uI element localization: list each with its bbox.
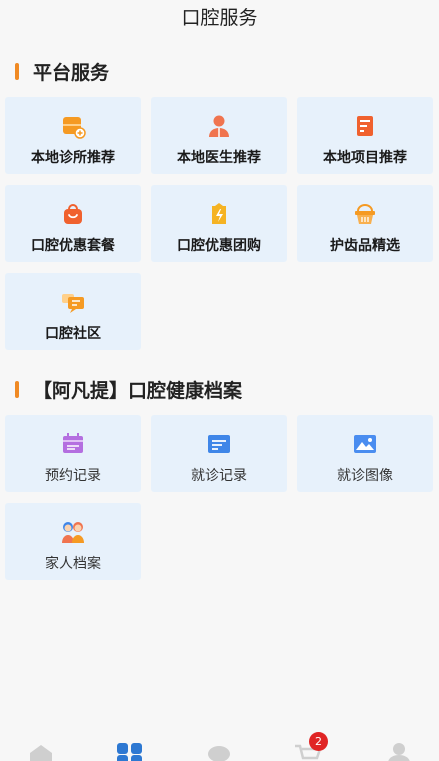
group-buy-icon bbox=[212, 203, 226, 224]
tile-dental-care-products[interactable]: 护齿品精选 bbox=[297, 185, 433, 262]
section-accent-bar bbox=[15, 62, 19, 80]
tab-profile[interactable] bbox=[384, 741, 414, 761]
tab-services[interactable] bbox=[115, 741, 145, 761]
project-icon bbox=[357, 116, 373, 136]
community-chat-icon bbox=[62, 294, 84, 313]
platform-section-title: 平台服务 bbox=[33, 61, 110, 84]
bottom-tab-bar: 2 bbox=[0, 732, 439, 761]
tile-label: 预约记录 bbox=[45, 468, 101, 484]
tile-label: 本地诊所推荐 bbox=[31, 150, 115, 166]
image-icon bbox=[354, 435, 376, 453]
tile-label: 口腔优惠套餐 bbox=[31, 238, 115, 254]
tile-appointment-records[interactable]: 预约记录 bbox=[5, 415, 141, 492]
tile-label: 口腔社区 bbox=[45, 326, 101, 342]
clinic-icon bbox=[63, 117, 86, 139]
records-section-header: 【阿凡提】口腔健康档案 bbox=[0, 374, 439, 404]
records-section-title: 【阿凡提】口腔健康档案 bbox=[33, 379, 243, 402]
tile-label: 护齿品精选 bbox=[330, 238, 400, 254]
tile-label: 口腔优惠团购 bbox=[177, 238, 261, 254]
doctor-icon bbox=[209, 115, 229, 137]
page-title: 口腔服务 bbox=[181, 7, 258, 29]
platform-section-header: 平台服务 bbox=[0, 56, 439, 86]
tile-visit-records[interactable]: 就诊记录 bbox=[151, 415, 287, 492]
calendar-icon bbox=[63, 433, 83, 453]
tab-cart[interactable]: 2 bbox=[294, 732, 328, 760]
tile-dental-package[interactable]: 口腔优惠套餐 bbox=[5, 185, 141, 262]
section-accent-bar bbox=[15, 380, 19, 398]
tile-doctor-recommend[interactable]: 本地医生推荐 bbox=[151, 97, 287, 174]
message-icon bbox=[208, 746, 230, 761]
home-icon bbox=[30, 745, 52, 761]
record-list-icon bbox=[208, 435, 230, 453]
tile-label: 就诊记录 bbox=[191, 468, 247, 484]
package-bag-icon bbox=[64, 204, 82, 224]
tile-label: 就诊图像 bbox=[337, 468, 393, 484]
tile-label: 本地项目推荐 bbox=[323, 150, 407, 166]
profile-icon bbox=[388, 743, 410, 761]
tab-messages[interactable] bbox=[204, 741, 234, 761]
tile-visit-images[interactable]: 就诊图像 bbox=[297, 415, 433, 492]
services-icon bbox=[117, 743, 142, 761]
tile-project-recommend[interactable]: 本地项目推荐 bbox=[297, 97, 433, 174]
tile-clinic-recommend[interactable]: 本地诊所推荐 bbox=[5, 97, 141, 174]
tile-dental-community[interactable]: 口腔社区 bbox=[5, 273, 141, 350]
basket-icon bbox=[355, 204, 375, 224]
cart-badge: 2 bbox=[309, 732, 328, 751]
family-icon bbox=[62, 522, 84, 543]
tile-label: 家人档案 bbox=[45, 556, 101, 572]
tab-home[interactable] bbox=[26, 741, 56, 761]
tile-label: 本地医生推荐 bbox=[177, 150, 261, 166]
tile-family-records[interactable]: 家人档案 bbox=[5, 503, 141, 580]
tile-group-buy[interactable]: 口腔优惠团购 bbox=[151, 185, 287, 262]
